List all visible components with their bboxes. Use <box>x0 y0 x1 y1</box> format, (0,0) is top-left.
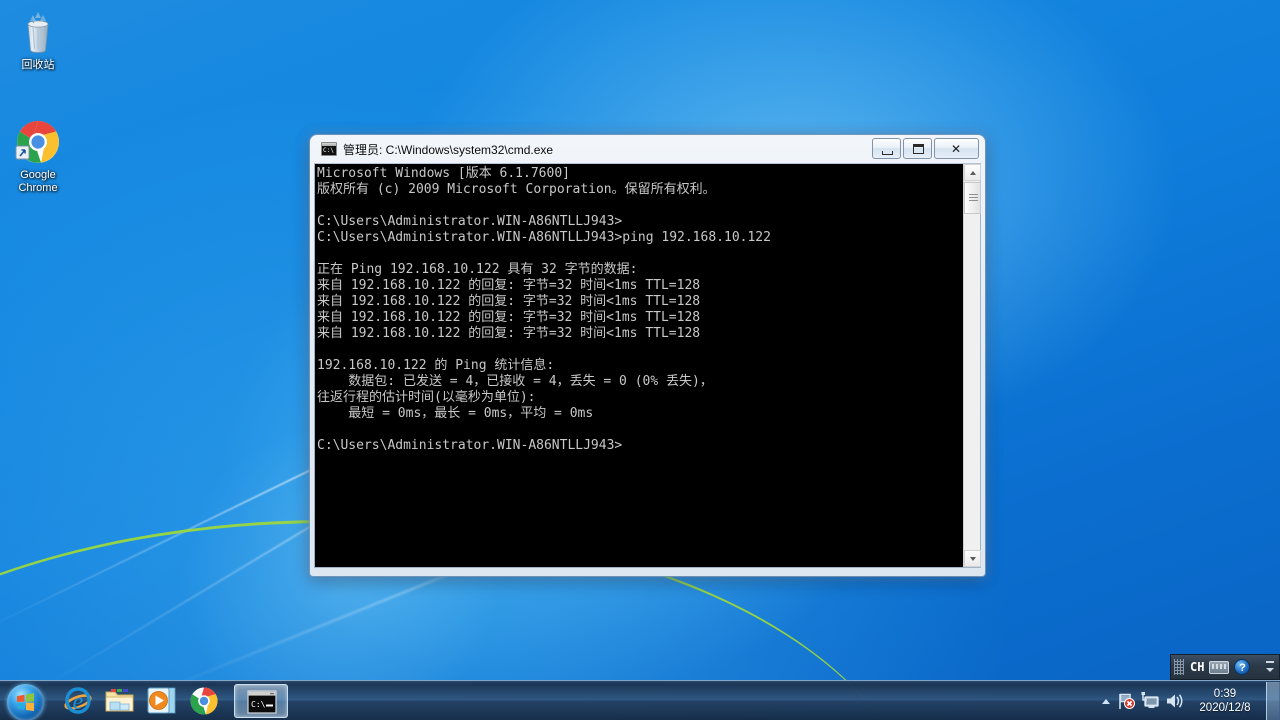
scroll-down-icon[interactable] <box>964 550 981 567</box>
internet-explorer-icon: e <box>64 686 92 715</box>
cmd-window[interactable]: 管理员: C:\Windows\system32\cmd.exe ✕ Micro… <box>310 135 985 576</box>
close-icon: ✕ <box>951 142 962 156</box>
desktop-icon-label: 回收站 <box>21 59 55 71</box>
svg-text:e: e <box>73 689 84 715</box>
close-button[interactable]: ✕ <box>934 138 979 159</box>
langbar-options[interactable] <box>1264 657 1276 677</box>
desktop[interactable]: 回收站 Google Chrome 管理员: C:\Windows\system… <box>0 0 1280 720</box>
network-icon[interactable] <box>1139 690 1161 712</box>
media-player-icon <box>147 687 176 713</box>
language-indicator[interactable]: CH <box>1190 660 1204 674</box>
chrome-icon <box>190 687 218 715</box>
taskbar-buttons: e C:\ <box>58 683 288 718</box>
volume-icon[interactable] <box>1163 690 1185 712</box>
taskbar-clock[interactable]: 0:39 2020/12/8 <box>1188 687 1262 715</box>
show-hidden-icons-button[interactable] <box>1098 691 1114 711</box>
desktop-icon-google-chrome[interactable]: Google Chrome <box>0 118 76 195</box>
scroll-thumb[interactable] <box>964 182 981 214</box>
recycle-bin-icon <box>14 8 62 56</box>
console-area: Microsoft Windows [版本 6.1.7600] 版权所有 (c)… <box>314 163 981 568</box>
desktop-icon-recycle-bin[interactable]: 回收站 <box>0 8 76 72</box>
system-tray: 0:39 2020/12/8 <box>1098 681 1280 720</box>
folder-icon <box>105 688 134 711</box>
taskbar-item-internet-explorer[interactable]: e <box>58 684 98 718</box>
cmd-icon: C:\ <box>247 689 277 714</box>
keyboard-icon[interactable] <box>1209 660 1230 674</box>
scroll-up-icon[interactable] <box>964 164 981 181</box>
network-error-icon[interactable] <box>1115 690 1137 712</box>
window-title: 管理员: C:\Windows\system32\cmd.exe <box>343 142 554 157</box>
help-icon[interactable]: ? <box>1234 659 1251 675</box>
maximize-button[interactable] <box>903 138 932 159</box>
taskbar-item-windows-explorer[interactable] <box>100 684 140 718</box>
minimize-icon[interactable] <box>1266 661 1274 663</box>
desktop-icon-label: Google Chrome <box>18 169 58 194</box>
show-desktop-button[interactable] <box>1266 681 1280 720</box>
console-output[interactable]: Microsoft Windows [版本 6.1.7600] 版权所有 (c)… <box>315 164 963 567</box>
windows-logo-icon <box>7 683 44 720</box>
language-bar[interactable]: CH ? <box>1170 654 1280 680</box>
clock-time: 0:39 <box>1213 687 1237 700</box>
window-titlebar[interactable]: 管理员: C:\Windows\system32\cmd.exe ✕ <box>314 135 981 163</box>
taskbar-item-windows-media-player[interactable] <box>142 684 182 718</box>
start-button[interactable] <box>2 682 50 720</box>
taskbar[interactable]: e C:\ 0:39 2020/12/8 <box>0 680 1280 720</box>
minimize-button[interactable] <box>872 138 901 159</box>
svg-text:C:\: C:\ <box>251 700 266 709</box>
clock-date: 2020/12/8 <box>1199 701 1251 714</box>
taskbar-item-cmd[interactable]: C:\ <box>234 683 288 718</box>
taskbar-item-google-chrome[interactable] <box>184 684 224 718</box>
console-scrollbar[interactable] <box>963 164 981 567</box>
cmd-icon <box>321 142 337 156</box>
drag-handle-icon[interactable] <box>1174 659 1184 675</box>
maximize-icon <box>913 144 924 154</box>
console-text: Microsoft Windows [版本 6.1.7600] 版权所有 (c)… <box>317 166 771 453</box>
chrome-icon <box>14 118 62 166</box>
chevron-down-icon[interactable] <box>1266 668 1274 672</box>
minimize-icon <box>882 151 893 155</box>
window-controls: ✕ <box>872 138 979 159</box>
